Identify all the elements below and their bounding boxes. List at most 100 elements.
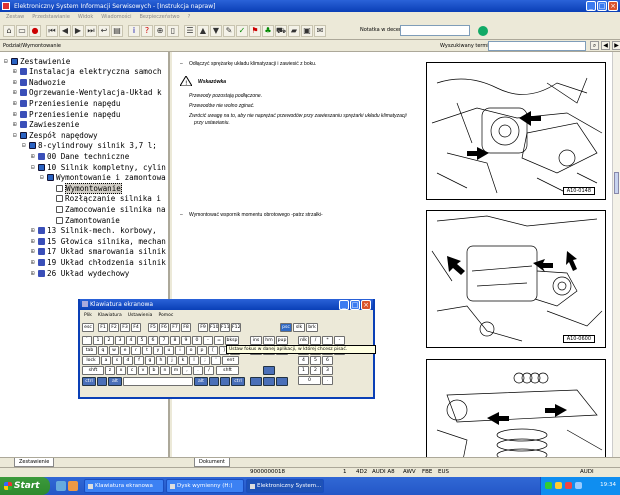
key[interactable]: z (105, 366, 115, 375)
osk-menu-klawiatura[interactable]: Klawiatura (98, 313, 122, 318)
key[interactable]: l (189, 356, 199, 365)
key-space[interactable] (123, 377, 193, 386)
key[interactable]: w (109, 346, 119, 355)
key-ctrl[interactable]: ctrl (231, 377, 245, 386)
key[interactable]: x (116, 366, 126, 375)
quicklaunch-icon[interactable] (68, 481, 78, 491)
key[interactable]: o (186, 346, 196, 355)
osk-menu-ustawienia[interactable]: Ustawienia (128, 313, 153, 318)
key-f4[interactable]: F4 (131, 323, 141, 332)
collapse-icon[interactable]: ⊟ (22, 142, 29, 149)
osk-menu-pomoc[interactable]: Pomoc (158, 313, 173, 318)
tree-item[interactable]: ⊞ Ogrzewanie-Wentylacja-Układ k (13, 88, 162, 98)
key-shift[interactable]: shft (216, 366, 239, 375)
key[interactable]: a (101, 356, 111, 365)
key[interactable]: t (142, 346, 152, 355)
tree-item[interactable]: ⊟ Zespół napędowy (13, 130, 98, 140)
key-arrow-down[interactable] (263, 377, 275, 386)
osk-menu-plik[interactable]: Plik (84, 313, 92, 318)
key-numpad[interactable]: 2 (310, 366, 321, 375)
key[interactable]: s (112, 356, 122, 365)
tree-item[interactable]: Rozłączanie silnika i (49, 194, 161, 204)
key[interactable]: ' (211, 356, 221, 365)
key[interactable]: ` (82, 336, 92, 345)
key-f11[interactable]: F11 (220, 323, 230, 332)
key[interactable]: 1 (93, 336, 103, 345)
tree-item[interactable]: ⊞ Instalacja elektryczna samoch (13, 67, 162, 77)
help-icon[interactable]: ? (141, 24, 153, 37)
key-numpad[interactable]: nlk (298, 336, 309, 345)
info-icon[interactable]: i (128, 24, 140, 37)
bookmark-icon[interactable]: ▰ (288, 24, 300, 37)
stop-icon[interactable]: ● (29, 24, 41, 37)
key-numpad[interactable]: . (322, 376, 333, 385)
key[interactable]: , (182, 366, 192, 375)
key-backspace[interactable]: bksp (225, 336, 239, 345)
tray-icon[interactable] (555, 482, 562, 489)
tree-item[interactable]: ⊞ 19 Układ chłodzenia silnik (31, 257, 166, 267)
key-menu[interactable] (220, 377, 230, 386)
key[interactable]: 5 (137, 336, 147, 345)
print-icon[interactable]: ▤ (111, 24, 123, 37)
scrollbar-thumb[interactable] (614, 172, 619, 194)
key-slk[interactable]: slk (293, 323, 305, 332)
menu-bezpieczenstwo[interactable]: Bezpieczeństwo (139, 14, 179, 20)
check-icon[interactable]: ✓ (236, 24, 248, 37)
key[interactable]: d (123, 356, 133, 365)
flag-icon[interactable]: ⚑ (249, 24, 261, 37)
key[interactable]: y (153, 346, 163, 355)
notes-input[interactable] (400, 25, 470, 36)
search-icon[interactable]: ⌕ (590, 41, 599, 50)
key[interactable]: = (214, 336, 224, 345)
car-icon[interactable]: ⛟ (275, 24, 287, 37)
collapse-icon[interactable]: ⊟ (40, 174, 47, 181)
key-arrow-up[interactable] (263, 366, 275, 375)
tree-item[interactable]: ⊟ 10 Silnik kompletny, cylin (31, 162, 166, 172)
key-alt[interactable]: alt (108, 377, 122, 386)
task-keyboard[interactable]: Klawiatura ekranowa (84, 479, 164, 493)
search-prev-icon[interactable]: ◀ (601, 41, 610, 50)
document-icon[interactable]: ▯ (167, 24, 179, 37)
key-numpad[interactable]: 4 (298, 356, 309, 365)
minimize-button[interactable]: _ (586, 1, 596, 11)
key[interactable]: u (164, 346, 174, 355)
key-alt[interactable]: alt (194, 377, 208, 386)
key-nav[interactable]: pup (276, 336, 288, 345)
collapse-icon[interactable]: ⊟ (13, 132, 20, 139)
key-f1[interactable]: F1 (98, 323, 108, 332)
osk-minimize-button[interactable]: _ (339, 300, 349, 310)
key[interactable]: p (197, 346, 207, 355)
osk-close-button[interactable]: × (361, 300, 371, 310)
key-enter[interactable]: ent (222, 356, 239, 365)
zoom-icon[interactable]: ⊕ (154, 24, 166, 37)
key-nav[interactable]: hm (263, 336, 275, 345)
menu-help[interactable]: ? (188, 14, 191, 20)
tree-item[interactable]: ⊞ 17 Układ smarowania silnik (31, 247, 166, 257)
tree-item[interactable]: ⊞ Przeniesienie napędu (13, 98, 120, 108)
key-windows[interactable] (97, 377, 107, 386)
key[interactable]: 2 (104, 336, 114, 345)
osk-maximize-button[interactable]: □ (350, 300, 360, 310)
tree-item[interactable]: ⊞ Nadwozie (13, 77, 66, 87)
key-esc[interactable]: esc (82, 323, 94, 332)
key-nav[interactable]: ins (250, 336, 262, 345)
expand-icon[interactable]: ⊞ (13, 121, 20, 128)
key-f6[interactable]: F6 (159, 323, 169, 332)
key[interactable]: e (120, 346, 130, 355)
expand-icon[interactable]: ⊞ (13, 68, 20, 75)
key-f10[interactable]: F10 (209, 323, 219, 332)
prev-icon[interactable]: ◀ (59, 24, 71, 37)
key[interactable]: [ (208, 346, 218, 355)
key-ctrl[interactable]: ctrl (82, 377, 96, 386)
key[interactable]: b (149, 366, 159, 375)
expand-icon[interactable]: ⊞ (13, 89, 20, 96)
expand-icon[interactable]: ⊞ (31, 270, 38, 277)
tree-item[interactable]: ⊞ 13 Silnik-mech. korbowy, (31, 226, 157, 236)
search-next-icon[interactable]: ▶ (612, 41, 620, 50)
key-capslock[interactable]: lock (82, 356, 100, 365)
task-esis[interactable]: Elektroniczny System... (246, 479, 324, 493)
expand-icon[interactable]: ⊞ (31, 153, 38, 160)
key[interactable]: h (156, 356, 166, 365)
back-icon[interactable]: ↩ (98, 24, 110, 37)
osk-titlebar[interactable]: Klawiatura ekranowa _ □ × (80, 299, 373, 310)
